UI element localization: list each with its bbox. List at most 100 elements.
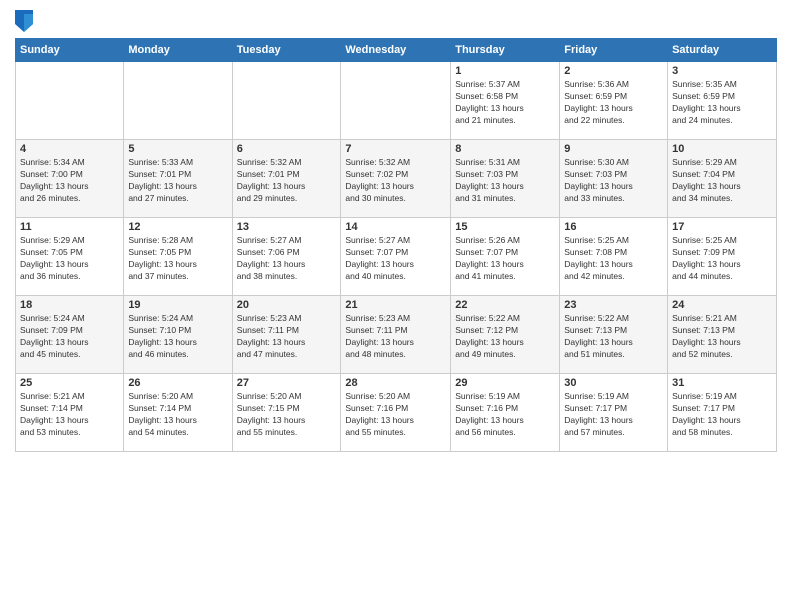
day-number: 31 xyxy=(672,377,772,389)
day-info: Sunrise: 5:25 AMSunset: 7:09 PMDaylight:… xyxy=(672,235,772,283)
day-info: Sunrise: 5:32 AMSunset: 7:02 PMDaylight:… xyxy=(345,157,446,205)
week-row-2: 11 Sunrise: 5:29 AMSunset: 7:05 PMDayligh… xyxy=(16,218,777,296)
day-info: Sunrise: 5:27 AMSunset: 7:06 PMDaylight:… xyxy=(237,235,337,283)
day-number: 7 xyxy=(345,143,446,155)
day-info: Sunrise: 5:34 AMSunset: 7:00 PMDaylight:… xyxy=(20,157,119,205)
day-info: Sunrise: 5:36 AMSunset: 6:59 PMDaylight:… xyxy=(564,79,663,127)
logo-icon xyxy=(15,10,33,32)
day-number: 14 xyxy=(345,221,446,233)
header xyxy=(15,10,777,32)
day-info: Sunrise: 5:29 AMSunset: 7:04 PMDaylight:… xyxy=(672,157,772,205)
day-info: Sunrise: 5:29 AMSunset: 7:05 PMDaylight:… xyxy=(20,235,119,283)
day-number: 18 xyxy=(20,299,119,311)
day-number: 30 xyxy=(564,377,663,389)
day-cell: 5Sunrise: 5:33 AMSunset: 7:01 PMDaylight… xyxy=(124,140,232,218)
day-cell: 30 Sunrise: 5:19 AMSunset: 7:17 PMDayligh… xyxy=(560,374,668,452)
week-row-0: 1 Sunrise: 5:37 AMSunset: 6:58 PMDaylight… xyxy=(16,62,777,140)
day-cell xyxy=(16,62,124,140)
day-cell: 14 Sunrise: 5:27 AMSunset: 7:07 PMDayligh… xyxy=(341,218,451,296)
day-number: 19 xyxy=(128,299,227,311)
day-cell xyxy=(341,62,451,140)
day-cell: 27 Sunrise: 5:20 AMSunset: 7:15 PMDayligh… xyxy=(232,374,341,452)
day-cell: 21Sunrise: 5:23 AMSunset: 7:11 PMDayligh… xyxy=(341,296,451,374)
day-info: Sunrise: 5:19 AMSunset: 7:16 PMDaylight:… xyxy=(455,391,555,439)
day-info: Sunrise: 5:21 AMSunset: 7:14 PMDaylight:… xyxy=(20,391,119,439)
header-cell-sunday: Sunday xyxy=(16,39,124,62)
header-cell-monday: Monday xyxy=(124,39,232,62)
day-cell: 31 Sunrise: 5:19 AMSunset: 7:17 PMDayligh… xyxy=(668,374,777,452)
day-number: 3 xyxy=(672,65,772,77)
day-cell: 2 Sunrise: 5:36 AMSunset: 6:59 PMDaylight… xyxy=(560,62,668,140)
day-info: Sunrise: 5:24 AMSunset: 7:09 PMDaylight:… xyxy=(20,313,119,361)
logo xyxy=(15,10,37,32)
day-info: Sunrise: 5:19 AMSunset: 7:17 PMDaylight:… xyxy=(564,391,663,439)
day-info: Sunrise: 5:22 AMSunset: 7:13 PMDaylight:… xyxy=(564,313,663,361)
day-number: 25 xyxy=(20,377,119,389)
day-number: 9 xyxy=(564,143,663,155)
day-info: Sunrise: 5:37 AMSunset: 6:58 PMDaylight:… xyxy=(455,79,555,127)
week-row-4: 25 Sunrise: 5:21 AMSunset: 7:14 PMDayligh… xyxy=(16,374,777,452)
day-number: 4 xyxy=(20,143,119,155)
day-info: Sunrise: 5:20 AMSunset: 7:16 PMDaylight:… xyxy=(345,391,446,439)
day-number: 1 xyxy=(455,65,555,77)
day-number: 23 xyxy=(564,299,663,311)
day-cell: 29 Sunrise: 5:19 AMSunset: 7:16 PMDayligh… xyxy=(451,374,560,452)
day-info: Sunrise: 5:20 AMSunset: 7:15 PMDaylight:… xyxy=(237,391,337,439)
day-info: Sunrise: 5:32 AMSunset: 7:01 PMDaylight:… xyxy=(237,157,337,205)
day-cell: 19 Sunrise: 5:24 AMSunset: 7:10 PMDayligh… xyxy=(124,296,232,374)
day-number: 27 xyxy=(237,377,337,389)
day-cell: 23 Sunrise: 5:22 AMSunset: 7:13 PMDayligh… xyxy=(560,296,668,374)
day-cell: 17 Sunrise: 5:25 AMSunset: 7:09 PMDayligh… xyxy=(668,218,777,296)
day-info: Sunrise: 5:27 AMSunset: 7:07 PMDaylight:… xyxy=(345,235,446,283)
day-info: Sunrise: 5:19 AMSunset: 7:17 PMDaylight:… xyxy=(672,391,772,439)
day-number: 2 xyxy=(564,65,663,77)
day-number: 16 xyxy=(564,221,663,233)
week-row-3: 18 Sunrise: 5:24 AMSunset: 7:09 PMDayligh… xyxy=(16,296,777,374)
day-cell: 26 Sunrise: 5:20 AMSunset: 7:14 PMDayligh… xyxy=(124,374,232,452)
header-cell-tuesday: Tuesday xyxy=(232,39,341,62)
day-info: Sunrise: 5:24 AMSunset: 7:10 PMDaylight:… xyxy=(128,313,227,361)
day-cell: 10 Sunrise: 5:29 AMSunset: 7:04 PMDayligh… xyxy=(668,140,777,218)
day-cell: 3 Sunrise: 5:35 AMSunset: 6:59 PMDaylight… xyxy=(668,62,777,140)
day-number: 5 xyxy=(128,143,227,155)
day-info: Sunrise: 5:23 AMSunset: 7:11 PMDaylight:… xyxy=(237,313,337,361)
day-info: Sunrise: 5:26 AMSunset: 7:07 PMDaylight:… xyxy=(455,235,555,283)
day-number: 24 xyxy=(672,299,772,311)
day-cell: 6Sunrise: 5:32 AMSunset: 7:01 PMDaylight… xyxy=(232,140,341,218)
day-cell: 8 Sunrise: 5:31 AMSunset: 7:03 PMDaylight… xyxy=(451,140,560,218)
day-cell: 22Sunrise: 5:22 AMSunset: 7:12 PMDayligh… xyxy=(451,296,560,374)
day-cell: 4 Sunrise: 5:34 AMSunset: 7:00 PMDaylight… xyxy=(16,140,124,218)
day-cell: 7 Sunrise: 5:32 AMSunset: 7:02 PMDaylight… xyxy=(341,140,451,218)
day-cell: 16 Sunrise: 5:25 AMSunset: 7:08 PMDayligh… xyxy=(560,218,668,296)
day-cell: 20Sunrise: 5:23 AMSunset: 7:11 PMDayligh… xyxy=(232,296,341,374)
day-number: 10 xyxy=(672,143,772,155)
day-info: Sunrise: 5:35 AMSunset: 6:59 PMDaylight:… xyxy=(672,79,772,127)
header-cell-friday: Friday xyxy=(560,39,668,62)
day-info: Sunrise: 5:21 AMSunset: 7:13 PMDaylight:… xyxy=(672,313,772,361)
day-info: Sunrise: 5:23 AMSunset: 7:11 PMDaylight:… xyxy=(345,313,446,361)
day-cell: 12Sunrise: 5:28 AMSunset: 7:05 PMDayligh… xyxy=(124,218,232,296)
calendar-header: SundayMondayTuesdayWednesdayThursdayFrid… xyxy=(16,39,777,62)
day-number: 12 xyxy=(128,221,227,233)
header-cell-thursday: Thursday xyxy=(451,39,560,62)
day-info: Sunrise: 5:20 AMSunset: 7:14 PMDaylight:… xyxy=(128,391,227,439)
day-info: Sunrise: 5:22 AMSunset: 7:12 PMDaylight:… xyxy=(455,313,555,361)
day-number: 8 xyxy=(455,143,555,155)
day-cell: 15Sunrise: 5:26 AMSunset: 7:07 PMDayligh… xyxy=(451,218,560,296)
day-cell: 9Sunrise: 5:30 AMSunset: 7:03 PMDaylight… xyxy=(560,140,668,218)
day-cell: 25 Sunrise: 5:21 AMSunset: 7:14 PMDayligh… xyxy=(16,374,124,452)
header-cell-saturday: Saturday xyxy=(668,39,777,62)
day-cell: 28Sunrise: 5:20 AMSunset: 7:16 PMDayligh… xyxy=(341,374,451,452)
day-cell xyxy=(232,62,341,140)
day-number: 26 xyxy=(128,377,227,389)
header-row: SundayMondayTuesdayWednesdayThursdayFrid… xyxy=(16,39,777,62)
page: SundayMondayTuesdayWednesdayThursdayFrid… xyxy=(0,0,792,612)
day-number: 11 xyxy=(20,221,119,233)
day-cell: 11 Sunrise: 5:29 AMSunset: 7:05 PMDayligh… xyxy=(16,218,124,296)
day-number: 29 xyxy=(455,377,555,389)
day-cell: 18 Sunrise: 5:24 AMSunset: 7:09 PMDayligh… xyxy=(16,296,124,374)
day-info: Sunrise: 5:25 AMSunset: 7:08 PMDaylight:… xyxy=(564,235,663,283)
header-cell-wednesday: Wednesday xyxy=(341,39,451,62)
day-number: 17 xyxy=(672,221,772,233)
day-info: Sunrise: 5:31 AMSunset: 7:03 PMDaylight:… xyxy=(455,157,555,205)
